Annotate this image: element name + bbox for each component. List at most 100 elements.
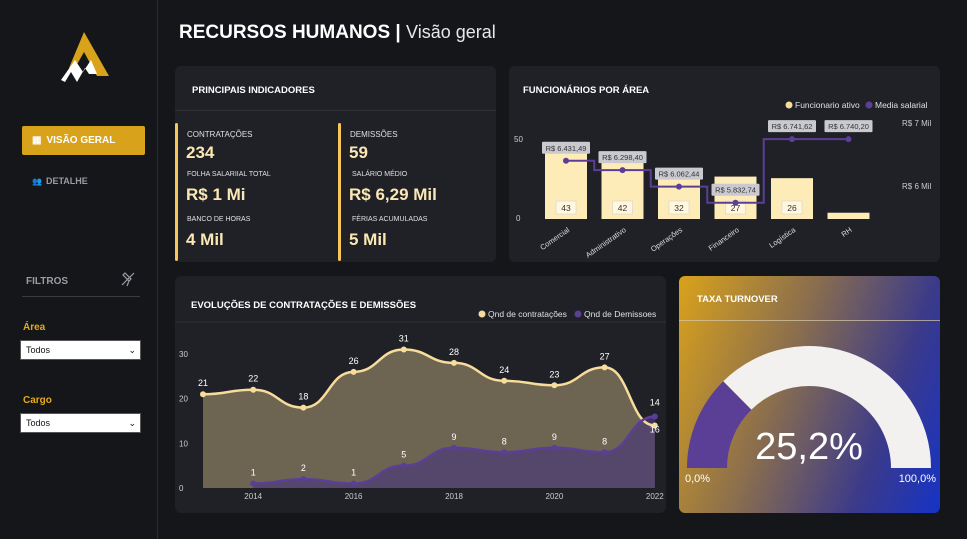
hires-point (400, 346, 407, 353)
x-tick: RH (840, 225, 854, 239)
dismissals-point (651, 413, 658, 420)
hires-point (200, 391, 206, 398)
filters-heading: FILTROS (26, 276, 69, 287)
logo-icon (61, 32, 109, 82)
sidebar: ▦ VISÃO GERAL 👥 DETALHE FILTROS Área Tod… (0, 0, 158, 539)
bar-value-label: 32 (674, 203, 684, 213)
dismissals-label: 1 (251, 468, 256, 478)
x-tick: Financeiro (707, 225, 741, 252)
y-tick: 10 (179, 439, 188, 448)
cargo-dropdown[interactable]: Todos ⌄ (20, 413, 141, 433)
nav-visao-geral[interactable]: ▦ VISÃO GERAL (22, 126, 145, 155)
kpi-right: DEMISSÕES 59 SALÁRIO MÉDIO R$ 6,29 Mil F… (338, 123, 496, 261)
hires-point (601, 364, 608, 371)
x-tick: Comercial (538, 225, 571, 252)
salary-label: R$ 6.062,44 (659, 170, 700, 179)
hires-dismissals-chart: Qnd de contratações Qnd de Demissoes30201… (175, 309, 666, 501)
kpi-label: BANCO DE HORAS (187, 216, 251, 223)
bar-value-label: 26 (787, 203, 797, 213)
filter-label-area: Área (23, 322, 46, 333)
x-tick: Operações (649, 225, 684, 254)
hires-label: 14 (650, 397, 660, 407)
salary-label: R$ 6.298,40 (602, 153, 643, 162)
dismissals-point (400, 462, 407, 469)
dismissals-label: 1 (351, 468, 356, 478)
hires-point (250, 386, 257, 393)
x-tick: 2020 (546, 492, 564, 501)
salary-point (845, 136, 852, 143)
grid-icon: ▦ (32, 135, 42, 146)
turnover-card: TAXA TURNOVER 25,2% 0,0% 100,0% (679, 276, 940, 513)
kpi-value: 234 (186, 143, 215, 162)
dismissals-point (501, 449, 508, 456)
kpi-value: 5 Mil (349, 230, 387, 249)
divider (22, 296, 140, 297)
bar-value-label: 43 (561, 203, 571, 213)
kpi-label: CONTRATAÇÕES (187, 130, 253, 139)
people-icon: 👥 (32, 176, 42, 186)
legend-marker (478, 310, 486, 318)
y-tick: 30 (179, 350, 188, 359)
kpi-value: R$ 1 Mi (186, 185, 246, 204)
hires-label: 24 (499, 365, 509, 375)
gauge-value: 25,2% (755, 426, 863, 468)
legend-label: Qnd de Demissoes (584, 309, 656, 319)
dismissals-point (350, 480, 357, 487)
legend-marker (865, 101, 873, 109)
dismissals-point (551, 444, 558, 451)
legend-label: Funcionario ativo (795, 100, 860, 110)
area-dropdown[interactable]: Todos ⌄ (20, 340, 141, 360)
dismissals-point (300, 476, 307, 483)
kpi-value: 4 Mil (186, 230, 224, 249)
x-tick: Administrativo (584, 225, 628, 259)
kpi-value: 59 (349, 143, 368, 162)
y-tick: 50 (514, 135, 523, 144)
area-chart-card: FUNCIONÁRIOS POR ÁREA Funcionario ativo M… (509, 66, 940, 262)
y-tick: 0 (516, 214, 521, 223)
x-tick: 2014 (244, 492, 262, 501)
turnover-gauge: 25,2% 0,0% 100,0% (685, 346, 937, 485)
hires-label: 28 (449, 347, 459, 357)
legend-marker (574, 310, 582, 318)
y-tick: 0 (179, 484, 184, 493)
hires-point (451, 359, 457, 366)
hires-point (551, 382, 558, 389)
clear-filter-icon[interactable] (120, 271, 136, 287)
kpi-label: FOLHA SALARIIAL TOTAL (187, 171, 271, 178)
dismissals-label: 9 (552, 432, 557, 442)
x-tick: 2018 (445, 492, 463, 501)
hires-point (501, 377, 508, 384)
hires-label: 23 (549, 369, 559, 379)
salary-label: R$ 6.431,49 (546, 144, 587, 153)
dismissals-point (250, 480, 257, 487)
hires-label: 22 (248, 374, 258, 384)
kpi-left: CONTRATAÇÕES 234 FOLHA SALARIIAL TOTAL R… (175, 123, 333, 261)
x-tick: 2016 (345, 492, 363, 501)
x-tick: Logística (767, 225, 797, 250)
chevron-down-icon: ⌄ (128, 417, 136, 428)
bar (827, 212, 870, 219)
filter-label-cargo: Cargo (23, 395, 52, 406)
legend-label: Qnd de contratações (488, 309, 567, 319)
dismissals-label: 9 (451, 432, 456, 442)
page-title: RECURSOS HUMANOS | Visão geral (179, 22, 496, 43)
dismissals-label: 2 (301, 463, 306, 473)
hires-label: 26 (349, 356, 359, 366)
hires-label: 21 (198, 378, 208, 388)
kpi-value: R$ 6,29 Mil (349, 185, 437, 204)
legend-label: Media salarial (875, 100, 928, 110)
salary-label: R$ 6.741,62 (772, 122, 813, 131)
salary-label: R$ 6.740,20 (828, 122, 869, 131)
dismissals-label: 5 (401, 450, 406, 460)
nav-detalhe[interactable]: 👥 DETALHE (32, 176, 88, 186)
gauge-min: 0,0% (685, 473, 710, 485)
salary-point (732, 199, 739, 206)
evolution-chart-card: EVOLUÇÕES DE CONTRATAÇÕES E DEMISSÕES Qn… (175, 276, 666, 513)
kpi-title: PRINCIPAIS INDICADORES (192, 85, 315, 96)
gauge-max: 100,0% (899, 473, 937, 485)
dismissals-point (451, 444, 457, 451)
dismissals-point (601, 449, 608, 456)
kpi-label: DEMISSÕES (350, 130, 398, 139)
y2-tick: R$ 6 Mil (902, 182, 932, 191)
legend-marker (785, 101, 793, 109)
